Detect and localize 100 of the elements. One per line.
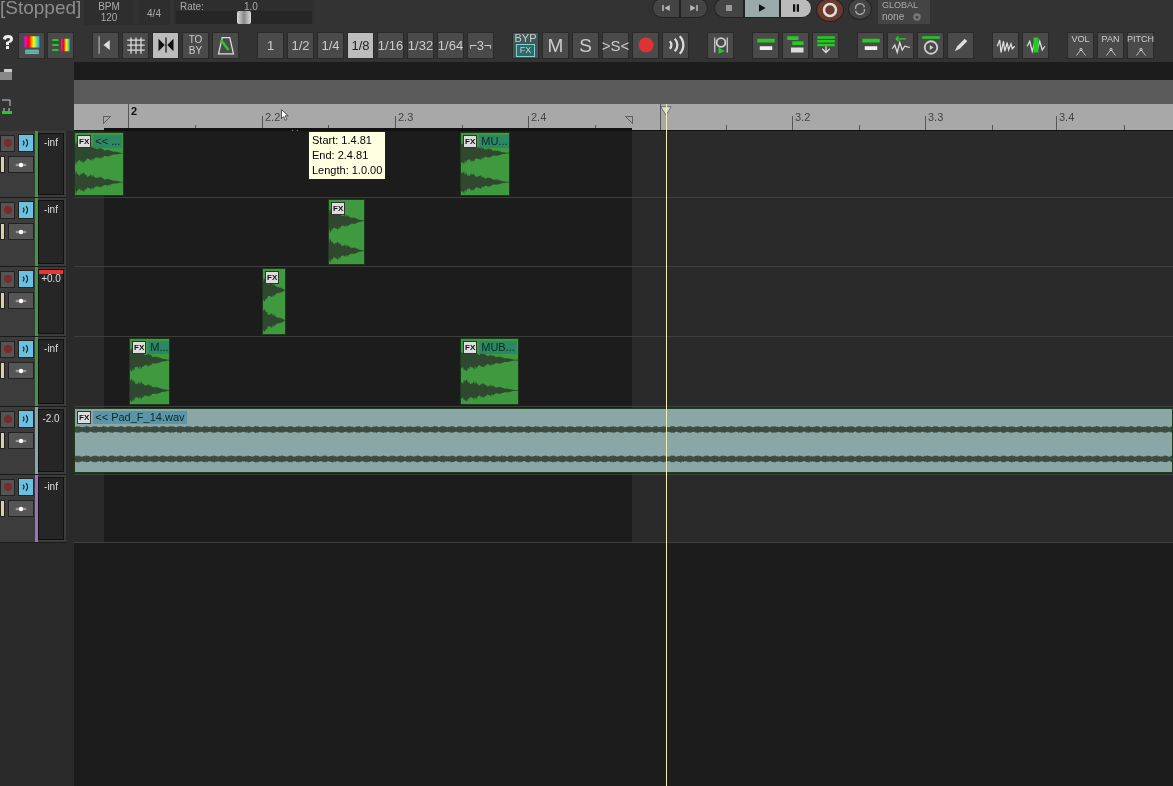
- rate-slider[interactable]: [176, 11, 312, 24]
- audio-item[interactable]: FX MU...: [460, 132, 510, 196]
- audio-item[interactable]: FX M...: [129, 338, 170, 405]
- tooltip-line: Length: 1.0.00: [312, 163, 383, 178]
- item-name: MUB...: [479, 341, 517, 354]
- waveform-return-button[interactable]: [887, 31, 914, 59]
- meter-reading: +0.0: [41, 273, 61, 284]
- color-arrows-button[interactable]: [47, 31, 74, 59]
- fx-badge[interactable]: FX: [77, 411, 92, 424]
- stack-download-button[interactable]: [812, 31, 839, 59]
- skip-to-start-button[interactable]: [92, 31, 119, 59]
- route-button[interactable]: [8, 223, 34, 240]
- audio-item[interactable]: FX << Pad_F_14.wav: [74, 408, 1173, 473]
- bpm-value[interactable]: 120: [100, 12, 118, 23]
- fx-bypass-button[interactable]: BYP FX: [512, 31, 539, 59]
- input-button[interactable]: [0, 156, 5, 173]
- pencil-button[interactable]: [947, 31, 974, 59]
- metronome-button[interactable]: [212, 31, 239, 59]
- record-icon: [822, 2, 838, 18]
- cycle-play-button[interactable]: [917, 31, 944, 59]
- rate-label: Rate:: [180, 1, 204, 12]
- grid-division-button[interactable]: 1: [257, 31, 284, 59]
- monitor-button[interactable]: [18, 478, 34, 496]
- slider-thumb[interactable]: [237, 11, 251, 24]
- repeat-button[interactable]: [848, 0, 872, 20]
- meter-reading: -inf: [44, 137, 58, 148]
- solo-defeat-button[interactable]: >S<: [602, 31, 629, 59]
- back-button[interactable]: [652, 0, 680, 18]
- grid-division-button[interactable]: 1/16: [377, 31, 404, 59]
- audio-item[interactable]: FX: [262, 268, 286, 335]
- fx-badge[interactable]: FX: [77, 135, 92, 148]
- ruler-label: 2.4: [531, 111, 547, 123]
- dropdown-icon: [912, 11, 923, 22]
- envelope-button[interactable]: PAN: [1097, 31, 1124, 59]
- route-button[interactable]: [8, 432, 34, 449]
- envelope-button[interactable]: VOL: [1067, 31, 1094, 59]
- waveform-button[interactable]: [992, 31, 1019, 59]
- stop-button[interactable]: [714, 0, 744, 18]
- record-button[interactable]: [816, 0, 844, 22]
- meter-reading: -inf: [44, 204, 58, 215]
- fx-badge[interactable]: FX: [265, 271, 280, 284]
- selection-end-marker-icon: [624, 116, 634, 124]
- grid-icon: [125, 35, 146, 55]
- move-item-right-button[interactable]: [857, 31, 884, 59]
- grid-button[interactable]: [122, 31, 149, 59]
- loop-play-button[interactable]: [707, 31, 734, 59]
- waveform-bracket-button[interactable]: [1022, 31, 1049, 59]
- copy-items-icon: [785, 35, 806, 55]
- grid-division-button[interactable]: 1/32: [407, 31, 434, 59]
- audio-item[interactable]: FX << ...: [74, 132, 124, 196]
- grid-division-button[interactable]: 1/8: [347, 31, 374, 59]
- fx-badge[interactable]: FX: [331, 202, 346, 215]
- input-button[interactable]: [0, 223, 5, 240]
- input-button[interactable]: [0, 362, 5, 379]
- envelope-button[interactable]: PITCH: [1127, 31, 1154, 59]
- audio-item[interactable]: FX: [328, 199, 365, 265]
- ruler-label: 3.4: [1059, 111, 1075, 123]
- transport-status: [Stopped]: [0, 0, 80, 18]
- route-button[interactable]: [8, 362, 34, 379]
- grid-division-button[interactable]: ⌐3¬: [467, 31, 494, 59]
- ruler-label: 3.3: [928, 111, 944, 123]
- solo-button[interactable]: S: [572, 31, 599, 59]
- play-button[interactable]: [744, 0, 780, 18]
- fx-badge[interactable]: FX: [463, 341, 478, 354]
- meter-reading: -inf: [44, 481, 58, 492]
- mute-button[interactable]: M: [542, 31, 569, 59]
- fx-badge[interactable]: FX: [132, 341, 147, 354]
- monitor-button[interactable]: [18, 340, 34, 358]
- monitor-button[interactable]: [18, 201, 34, 219]
- automation-label: GLOBAL: [882, 0, 920, 11]
- route-button[interactable]: [8, 156, 34, 173]
- move-items-button[interactable]: [752, 31, 779, 59]
- automation-mode: none: [882, 11, 905, 22]
- grid-division-button[interactable]: 1/2: [287, 31, 314, 59]
- monitor-button[interactable]: [18, 270, 34, 288]
- pause-button[interactable]: [780, 0, 812, 18]
- snap-button[interactable]: [152, 31, 179, 59]
- speaker-waves-button[interactable]: [662, 31, 689, 59]
- ripple-button[interactable]: TO BY: [182, 31, 209, 59]
- route-button[interactable]: [8, 500, 34, 517]
- automation-mode-panel[interactable]: GLOBAL none: [878, 0, 930, 24]
- metronome-icon: [215, 35, 236, 55]
- input-button[interactable]: [0, 292, 5, 309]
- grid-division-button[interactable]: 1/4: [317, 31, 344, 59]
- input-button[interactable]: [0, 500, 5, 517]
- timeline-ruler[interactable]: 2 2.2 2.3 2.4 3.2 3.3 3.4: [74, 104, 1173, 131]
- grid-division-button[interactable]: 1/64: [437, 31, 464, 59]
- copy-items-button[interactable]: [782, 31, 809, 59]
- monitor-button[interactable]: [18, 134, 34, 152]
- ruler-label: 3.2: [795, 111, 811, 123]
- audio-item[interactable]: FX MUB...: [460, 338, 519, 405]
- color-swatch-button[interactable]: [18, 31, 45, 59]
- fx-badge[interactable]: FX: [463, 135, 478, 148]
- forward-button[interactable]: [680, 0, 708, 18]
- route-button[interactable]: [8, 292, 34, 309]
- item-name: M...: [148, 341, 169, 354]
- monitor-button[interactable]: [18, 410, 34, 428]
- item-name: << Pad_F_14.wav: [93, 411, 187, 424]
- input-button[interactable]: [0, 432, 5, 449]
- waveform-return-icon: [890, 35, 911, 55]
